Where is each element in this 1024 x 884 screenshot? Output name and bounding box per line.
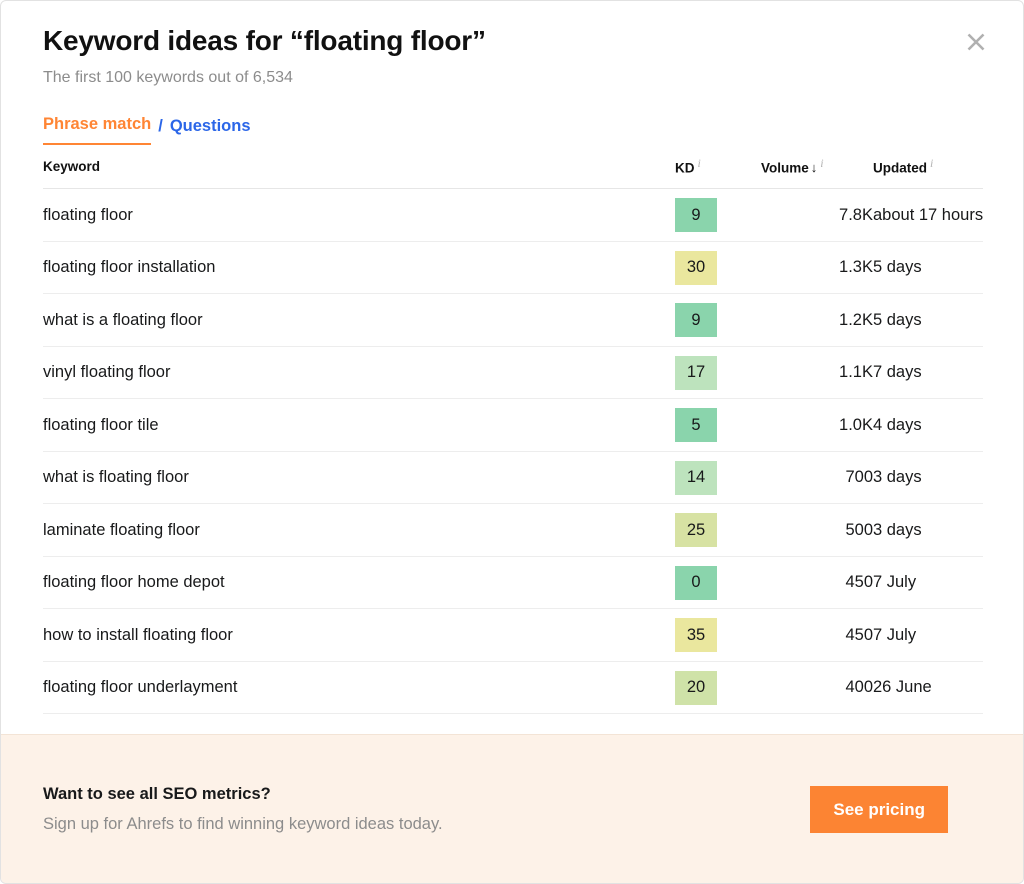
kd-badge: 9 [675,303,717,338]
upsell-text-block: Want to see all SEO metrics? Sign up for… [43,785,443,834]
volume-cell: 450 [761,608,873,662]
tab-questions[interactable]: Questions [170,117,251,145]
table-row[interactable]: floating floor underlayment 20 400 26 June [43,661,983,715]
updated-cell: 5 days [873,293,983,347]
updated-cell: about 17 hours [873,188,983,242]
updated-cell: 7 July [873,556,983,610]
keyword-cell[interactable]: vinyl floating floor [43,346,675,400]
table-row[interactable]: vinyl floating floor 17 1.1K 7 days [43,346,983,400]
column-header-kd[interactable]: KD i [675,144,761,190]
column-header-volume[interactable]: Volume ↓ i [761,144,873,190]
table-row[interactable]: what is a floating floor 9 1.2K 5 days [43,293,983,347]
table-row[interactable]: floating floor 9 7.8K about 17 hours [43,188,983,242]
modal-subtitle: The first 100 keywords out of 6,534 [43,69,293,86]
kd-badge: 9 [675,198,717,233]
tab-phrase-match[interactable]: Phrase match [43,115,152,145]
volume-cell: 1.2K [761,293,873,347]
kd-badge: 5 [675,408,717,443]
kd-badge: 14 [675,460,717,495]
table-row[interactable]: laminate floating floor 25 500 3 days [43,503,983,557]
keyword-cell[interactable]: what is a floating floor [43,293,675,347]
upsell-subtitle: Sign up for Ahrefs to find winning keywo… [43,814,443,833]
upsell-title: Want to see all SEO metrics? [43,784,271,803]
kd-cell: 5 [675,398,761,452]
volume-cell: 1.3K [761,241,873,295]
close-icon[interactable] [959,25,993,59]
table-row[interactable]: floating floor home depot 0 450 7 July [43,556,983,610]
kd-badge: 30 [675,250,717,285]
kd-badge: 20 [675,670,717,705]
page-title: Keyword ideas for “floating floor” [43,25,486,56]
info-icon[interactable]: i [820,157,823,169]
keyword-cell[interactable]: what is floating floor [43,451,675,505]
kd-cell: 20 [675,661,761,715]
table-row[interactable]: what is floating floor 14 700 3 days [43,451,983,505]
kd-badge: 25 [675,513,717,548]
keyword-cell[interactable]: floating floor [43,188,675,242]
keyword-cell[interactable]: how to install floating floor [43,608,675,662]
table-row[interactable]: how to install floating floor 35 450 7 July [43,608,983,662]
updated-cell: 4 days [873,398,983,452]
tab-bar: Phrase match / Questions [43,115,981,145]
volume-cell: 700 [761,451,873,505]
updated-cell: 5 days [873,241,983,295]
keyword-table-wrapper: Keyword KD i Volume ↓ i Updated i floating f… [43,144,983,715]
upsell-banner: Want to see all SEO metrics? Sign up for… [1,734,1023,883]
table-row[interactable]: floating floor tile 5 1.0K 4 days [43,398,983,452]
updated-cell: 7 July [873,608,983,662]
keyword-cell[interactable]: floating floor home depot [43,556,675,610]
volume-cell: 400 [761,661,873,715]
updated-cell: 3 days [873,451,983,505]
table-body: floating floor 9 7.8K about 17 hours floatin… [43,188,983,715]
column-header-keyword[interactable]: Keyword [43,144,675,190]
column-header-volume-label: Volume [761,160,809,176]
kd-cell: 35 [675,608,761,662]
volume-cell: 1.1K [761,346,873,400]
volume-cell: 1.0K [761,398,873,452]
keyword-cell[interactable]: floating floor underlayment [43,661,675,715]
info-icon[interactable]: i [930,157,933,169]
kd-badge: 35 [675,618,717,653]
kd-cell: 14 [675,451,761,505]
column-header-updated[interactable]: Updated i [873,144,983,190]
keyword-cell[interactable]: floating floor installation [43,241,675,295]
kd-cell: 17 [675,346,761,400]
modal-header: Keyword ideas for “floating floor” The f… [1,1,1023,89]
updated-cell: 3 days [873,503,983,557]
keyword-cell[interactable]: laminate floating floor [43,503,675,557]
kd-cell: 9 [675,293,761,347]
kd-badge: 17 [675,355,717,390]
updated-cell: 7 days [873,346,983,400]
info-icon[interactable]: i [698,157,701,169]
updated-cell: 26 June [873,661,983,715]
kd-cell: 30 [675,241,761,295]
table-header-row: Keyword KD i Volume ↓ i Updated i [43,144,983,190]
keyword-ideas-modal: Keyword ideas for “floating floor” The f… [0,0,1024,884]
tab-separator: / [158,116,163,135]
volume-cell: 450 [761,556,873,610]
kd-cell: 0 [675,556,761,610]
kd-cell: 25 [675,503,761,557]
column-header-keyword-label: Keyword [43,158,101,174]
see-pricing-button[interactable]: See pricing [810,785,948,833]
kd-cell: 9 [675,188,761,242]
volume-cell: 500 [761,503,873,557]
kd-badge: 0 [675,565,717,600]
table-row[interactable]: floating floor installation 30 1.3K 5 days [43,241,983,295]
sort-descending-icon[interactable]: ↓ [811,160,818,175]
keyword-table: Keyword KD i Volume ↓ i Updated i floating f… [43,144,983,715]
column-header-updated-label: Updated [873,160,927,176]
volume-cell: 7.8K [761,188,873,242]
keyword-cell[interactable]: floating floor tile [43,398,675,452]
column-header-kd-label: KD [675,160,695,176]
